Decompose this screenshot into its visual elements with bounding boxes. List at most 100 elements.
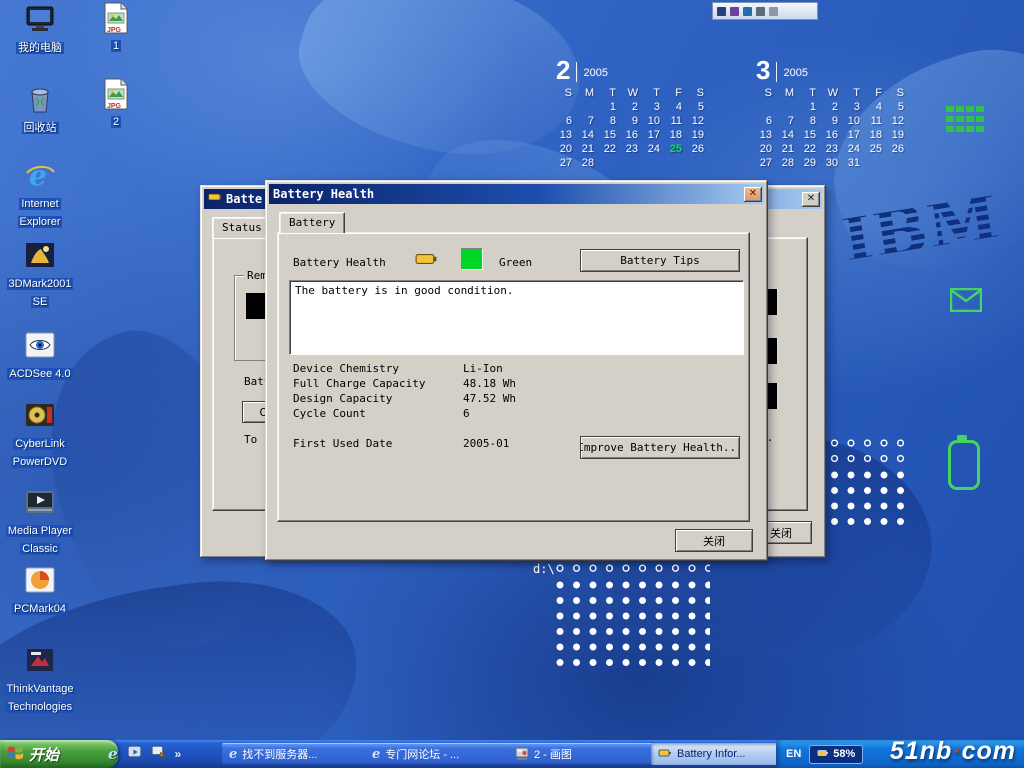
calendar-cell	[866, 156, 888, 170]
media-player-quick-launch-icon[interactable]	[127, 744, 142, 764]
close-button[interactable]: 关闭	[675, 529, 753, 552]
calendar-cell: 4	[866, 100, 888, 114]
condition-text: The battery is in good condition.	[290, 281, 743, 301]
taskbar-task-paint[interactable]: 2 - 画图	[508, 743, 658, 765]
desktop-file-jpg-2[interactable]: JPG 2	[88, 78, 144, 130]
tab-status[interactable]: Status	[212, 217, 272, 238]
quick-launch-overflow-chevron[interactable]: »	[175, 744, 182, 764]
pen-icon[interactable]	[730, 7, 739, 16]
calendar-cell: 1	[600, 100, 622, 114]
calendar-cell: 26	[888, 142, 910, 156]
desktop-icon-recycle-bin[interactable]: 回收站	[2, 82, 78, 136]
system-tray: EN 58%	[776, 740, 1024, 768]
paint-icon	[515, 746, 529, 763]
calendar-cell: 15	[600, 128, 622, 142]
desktop-icon-acdsee[interactable]: ACDSee 4.0	[2, 328, 78, 382]
desktop-file-label: 1	[111, 40, 121, 52]
calendar-cell: 27	[556, 156, 578, 170]
calendar-cell: 21	[778, 142, 800, 156]
taskbar: 开始 e » e 找不到服务器... e 专门网论坛 - ... 2 - 画图 …	[0, 740, 1024, 768]
calendar-cell	[688, 156, 710, 170]
battery-level-text: 58%	[833, 748, 855, 760]
media-player-classic-icon	[23, 485, 57, 519]
my-computer-icon	[23, 2, 57, 36]
battery-tray-icon	[817, 748, 829, 761]
health-status-text: Green	[499, 256, 532, 269]
language-indicator[interactable]: EN	[786, 748, 801, 760]
powerdvd-icon	[23, 398, 57, 432]
desktop-icon-thinkvantage[interactable]: ThinkVantage Technologies	[2, 643, 78, 715]
desktop-icon-powerdvd[interactable]: CyberLink PowerDVD	[2, 398, 78, 470]
calendar-cell: 21	[578, 142, 600, 156]
calendar-cell: 9	[622, 114, 644, 128]
desktop-icon-3dmark2001[interactable]: 3DMark2001 SE	[2, 238, 78, 310]
desktop-file-jpg-1[interactable]: JPG 1	[88, 2, 144, 54]
calendar-cell: M	[578, 86, 600, 100]
calendar-cell: 7	[578, 114, 600, 128]
quick-launch: e »	[108, 744, 181, 764]
speaker-icon[interactable]	[717, 7, 726, 16]
calendar-year: 2005	[583, 66, 607, 82]
monitor-icon[interactable]	[743, 7, 752, 16]
calendar-cell: 5	[688, 100, 710, 114]
taskbar-task-ie-server-not-found[interactable]: e 找不到服务器...	[222, 743, 372, 765]
menu-icon[interactable]	[769, 7, 778, 16]
ie-icon: e	[372, 747, 380, 762]
first-used-value: 2005-01	[463, 437, 509, 450]
calendar-cell: 14	[578, 128, 600, 142]
calendar-cell: M	[778, 86, 800, 100]
wallpaper-decoration	[281, 0, 600, 189]
calendar-cell	[622, 156, 644, 170]
calendar-cell: 29	[800, 156, 822, 170]
desktop-file-label: 2	[111, 116, 121, 128]
desktop-icon-my-computer[interactable]: 我的电脑	[2, 2, 78, 56]
calendar-cell: T	[644, 86, 666, 100]
calendar-grid: SMTWTFS123456789101112131415161718192021…	[756, 86, 914, 170]
info-label: Cycle Count	[293, 407, 366, 420]
desktop-icon-label: 回收站	[22, 122, 59, 134]
calendar-separator	[776, 62, 777, 82]
battery-level-indicator[interactable]: 58%	[809, 745, 863, 764]
calendar-cell: F	[866, 86, 888, 100]
desktop-icon-pcmark04[interactable]: PCMark04	[2, 563, 78, 617]
calendar-cell: 16	[622, 128, 644, 142]
desktop-icon-label: Internet Explorer	[18, 198, 63, 228]
desktop-icon-media-player-classic[interactable]: Media Player Classic	[2, 485, 78, 557]
window-title: Batte	[226, 189, 262, 209]
desktop-icon-internet-explorer[interactable]: e Internet Explorer	[2, 158, 78, 230]
calendar-grid: SMTWTFS123456789101112131415161718192021…	[556, 86, 714, 170]
task-label: 2 - 画图	[534, 746, 572, 762]
calendar-cell: S	[688, 86, 710, 100]
close-icon[interactable]: ✕	[802, 192, 820, 207]
tab-battery[interactable]: Battery	[279, 212, 345, 233]
calendar-cell: S	[756, 86, 778, 100]
calendar-month-number: 3	[756, 58, 770, 82]
condition-textbox[interactable]: The battery is in good condition.	[289, 280, 744, 355]
calendar-cell: T	[800, 86, 822, 100]
calendar-cell: F	[666, 86, 688, 100]
taskbar-task-ie-forum[interactable]: e 专门网论坛 - ...	[365, 743, 515, 765]
calendar-cell: 6	[756, 114, 778, 128]
show-desktop-icon[interactable]	[151, 744, 166, 764]
first-used-label: First Used Date	[293, 437, 392, 450]
close-icon[interactable]: ✕	[744, 187, 762, 202]
calendar-cell: 24	[644, 142, 666, 156]
svg-text:JPG: JPG	[107, 27, 122, 34]
start-label: 开始	[29, 744, 59, 765]
health-status-swatch	[461, 248, 483, 270]
battery-outline-nub	[957, 435, 967, 441]
calendar-cell: 19	[888, 128, 910, 142]
battery-health-titlebar[interactable]: Battery Health ✕	[269, 184, 764, 204]
3dmark2001-icon	[23, 238, 57, 272]
calendar-cell: 4	[666, 100, 688, 114]
dot-pattern	[813, 438, 913, 469]
dot-pattern	[813, 470, 913, 528]
improve-battery-health-button[interactable]: Improve Battery Health...	[580, 436, 740, 459]
start-button[interactable]: 开始	[0, 740, 118, 768]
battery-tips-button[interactable]: Battery Tips	[580, 249, 740, 272]
keyboard-icon[interactable]	[756, 7, 765, 16]
info-value: 48.18 Wh	[463, 377, 516, 390]
calendar-cell: 16	[822, 128, 844, 142]
ie-quick-launch-icon[interactable]: e	[108, 744, 118, 764]
calendar-cell: 22	[800, 142, 822, 156]
